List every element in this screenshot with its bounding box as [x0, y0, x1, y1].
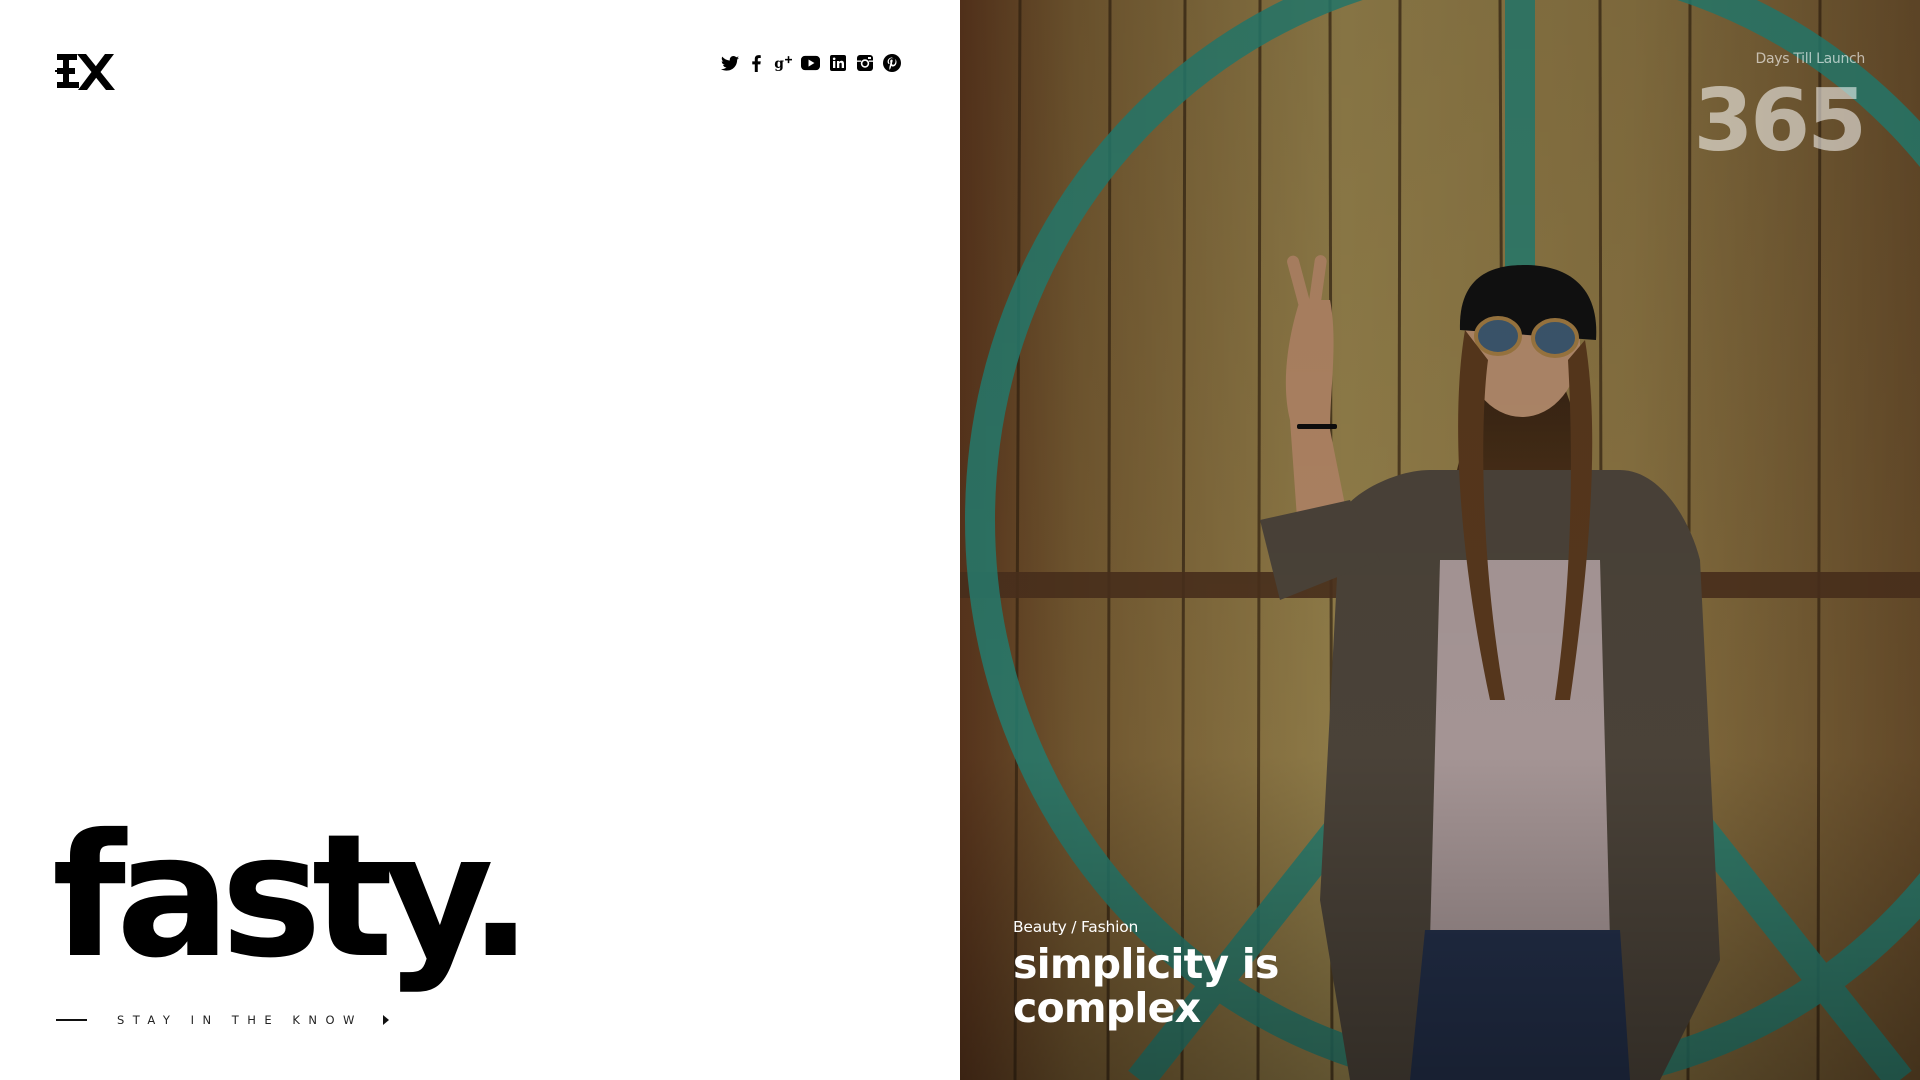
countdown-days: 365	[1693, 71, 1867, 171]
google-plus-icon[interactable]: g	[774, 53, 793, 73]
arrow-right-icon	[382, 1015, 389, 1025]
stay-in-the-know-link[interactable]: STAY IN THE KNOW	[56, 1012, 389, 1028]
decorative-line	[56, 1019, 87, 1021]
ex-logo-mark	[55, 54, 115, 90]
feature-title-line-1: simplicity is	[1013, 940, 1279, 988]
feature-title[interactable]: simplicity is complex	[1013, 942, 1433, 1030]
svg-text:g: g	[774, 56, 784, 72]
instagram-icon[interactable]	[855, 53, 874, 73]
feature-category[interactable]: Beauty / Fashion	[1013, 918, 1433, 936]
stay-in-the-know-label: STAY IN THE KNOW	[117, 1013, 363, 1027]
pinterest-icon[interactable]	[882, 53, 901, 73]
youtube-icon[interactable]	[801, 53, 820, 73]
left-panel: g fasty. STAY IN THE KNOW	[0, 0, 960, 1080]
countdown-label: Days Till Launch	[1755, 51, 1865, 67]
brand-wordmark: fasty.	[52, 798, 533, 996]
social-links: g	[720, 52, 901, 74]
facebook-icon[interactable]	[747, 53, 766, 73]
feature-caption: Beauty / Fashion simplicity is complex	[1013, 918, 1433, 1030]
brand-logo[interactable]	[55, 52, 117, 92]
linkedin-icon[interactable]	[828, 53, 847, 73]
feature-title-line-2: complex	[1013, 984, 1201, 1032]
twitter-icon[interactable]	[720, 53, 739, 73]
hero-photo-panel: Days Till Launch 365 Beauty / Fashion si…	[960, 0, 1920, 1080]
